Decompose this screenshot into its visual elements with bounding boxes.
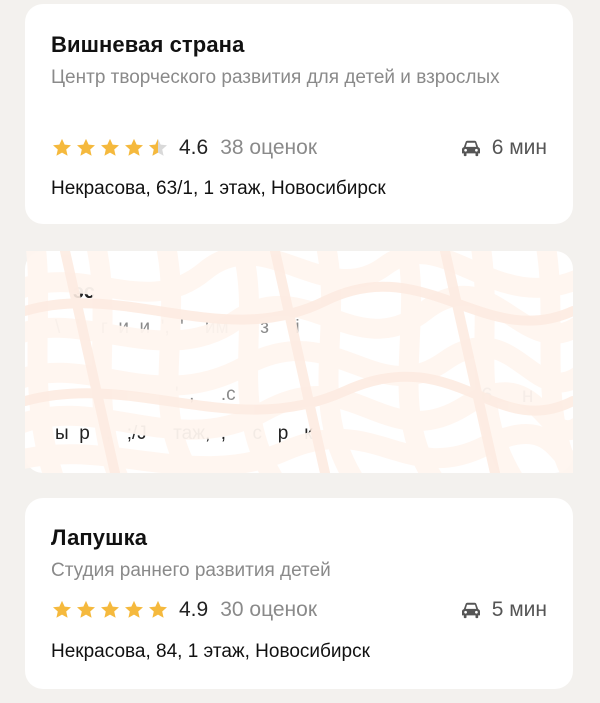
star-icon [125, 600, 143, 618]
rating-row: 4.6 38 оценок 6 мин [51, 133, 547, 163]
organization-title: Лапушка [51, 525, 148, 550]
star-icon [53, 138, 71, 156]
reviews-count: 30 оценок [220, 598, 318, 621]
car-icon [461, 140, 480, 157]
scribble-overlay [25, 251, 573, 473]
star-icon [77, 600, 95, 618]
travel-time-label: 5 мин [491, 598, 547, 621]
organization-category: Студия раннего развития детей [51, 560, 331, 581]
star-icon [101, 600, 119, 618]
organization-card-redacted[interactable]: эс \ ' г и и ', ' им з i ' , .с 6 н ы р … [25, 251, 573, 473]
rating-value: 4.9 [179, 598, 209, 621]
organization-card[interactable]: Вишневая страна Центр творческого развит… [25, 4, 573, 224]
reviews-count: 38 оценок [220, 136, 318, 159]
star-icon [53, 600, 71, 618]
organization-address: Некрасова, 63/1, 1 этаж, Новосибирск [51, 178, 386, 199]
organization-address: Некрасова, 84, 1 этаж, Новосибирск [51, 641, 370, 662]
travel-time-label: 6 мин [491, 136, 547, 159]
rating-stars [51, 599, 169, 621]
organization-category: Центр творческого развития для детей и в… [51, 67, 500, 88]
star-icon [125, 138, 143, 156]
organization-card[interactable]: Лапушка Студия раннего развития детей 4.… [25, 498, 573, 689]
star-half-icon [149, 138, 167, 156]
rating-row: 4.9 30 оценок 5 мин [51, 595, 547, 625]
star-icon [101, 138, 119, 156]
rating-stars [51, 137, 169, 159]
car-icon [461, 602, 480, 619]
travel-time: 5 мин [460, 598, 547, 622]
organization-title: Вишневая страна [51, 32, 245, 57]
star-icon [77, 138, 95, 156]
travel-time: 6 мин [460, 136, 547, 160]
star-icon [149, 600, 167, 618]
rating-value: 4.6 [179, 136, 209, 159]
